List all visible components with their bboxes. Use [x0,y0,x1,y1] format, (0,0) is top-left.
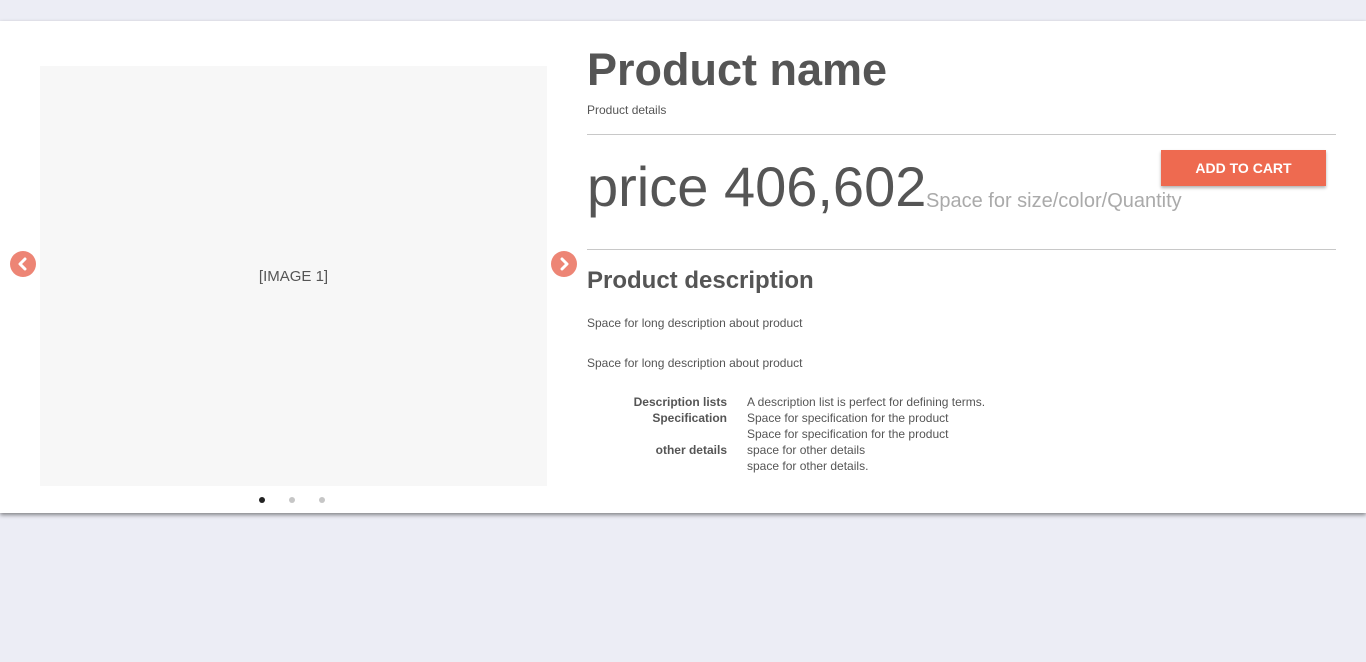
description-paragraph: Space for long description about product [587,356,803,370]
product-card: [IMAGE 1] Product name Product details p… [0,21,1366,513]
description-list: Description lists A description list is … [587,394,1187,474]
description-term: Description lists [633,395,727,409]
description-term [587,426,747,442]
divider [587,134,1336,135]
description-paragraph: Space for long description about product [587,316,803,330]
image-placeholder-label: [IMAGE 1] [258,267,329,285]
description-term [587,458,747,474]
variant-options-placeholder: Space for size/color/Quantity [926,190,1182,212]
description-list-row: other details space for other details [587,442,1187,458]
description-list-row: Specification Space for specification fo… [587,410,1187,426]
description-term: other details [655,443,727,457]
carousel-dot-2[interactable] [289,497,295,503]
add-to-cart-button[interactable]: ADD TO CART [1161,150,1326,186]
product-name: Product name [587,44,888,95]
description-list-row: space for other details. [587,458,1187,474]
carousel-prev-button[interactable] [10,251,36,277]
description-definition: Space for specification for the product [747,427,949,441]
description-title: Product description [587,267,814,294]
product-price: price 406,602 [587,155,927,218]
carousel-next-button[interactable] [551,251,577,277]
divider [587,249,1336,250]
description-list-row: Description lists A description list is … [587,394,1187,410]
description-definition: A description list is perfect for defini… [747,395,986,409]
chevron-right-icon [560,257,569,271]
product-image: [IMAGE 1] [40,66,547,486]
description-term: Specification [652,411,727,425]
chevron-left-icon [18,257,27,271]
description-definition: Space for specification for the product [747,411,949,425]
carousel-indicators [259,497,325,503]
description-definition: space for other details [747,443,866,457]
carousel-dot-3[interactable] [319,497,325,503]
product-details: Product details [587,103,667,117]
description-list-row: Space for specification for the product [587,426,1187,442]
carousel-dot-1[interactable] [259,497,265,503]
description-definition: space for other details. [747,459,869,473]
